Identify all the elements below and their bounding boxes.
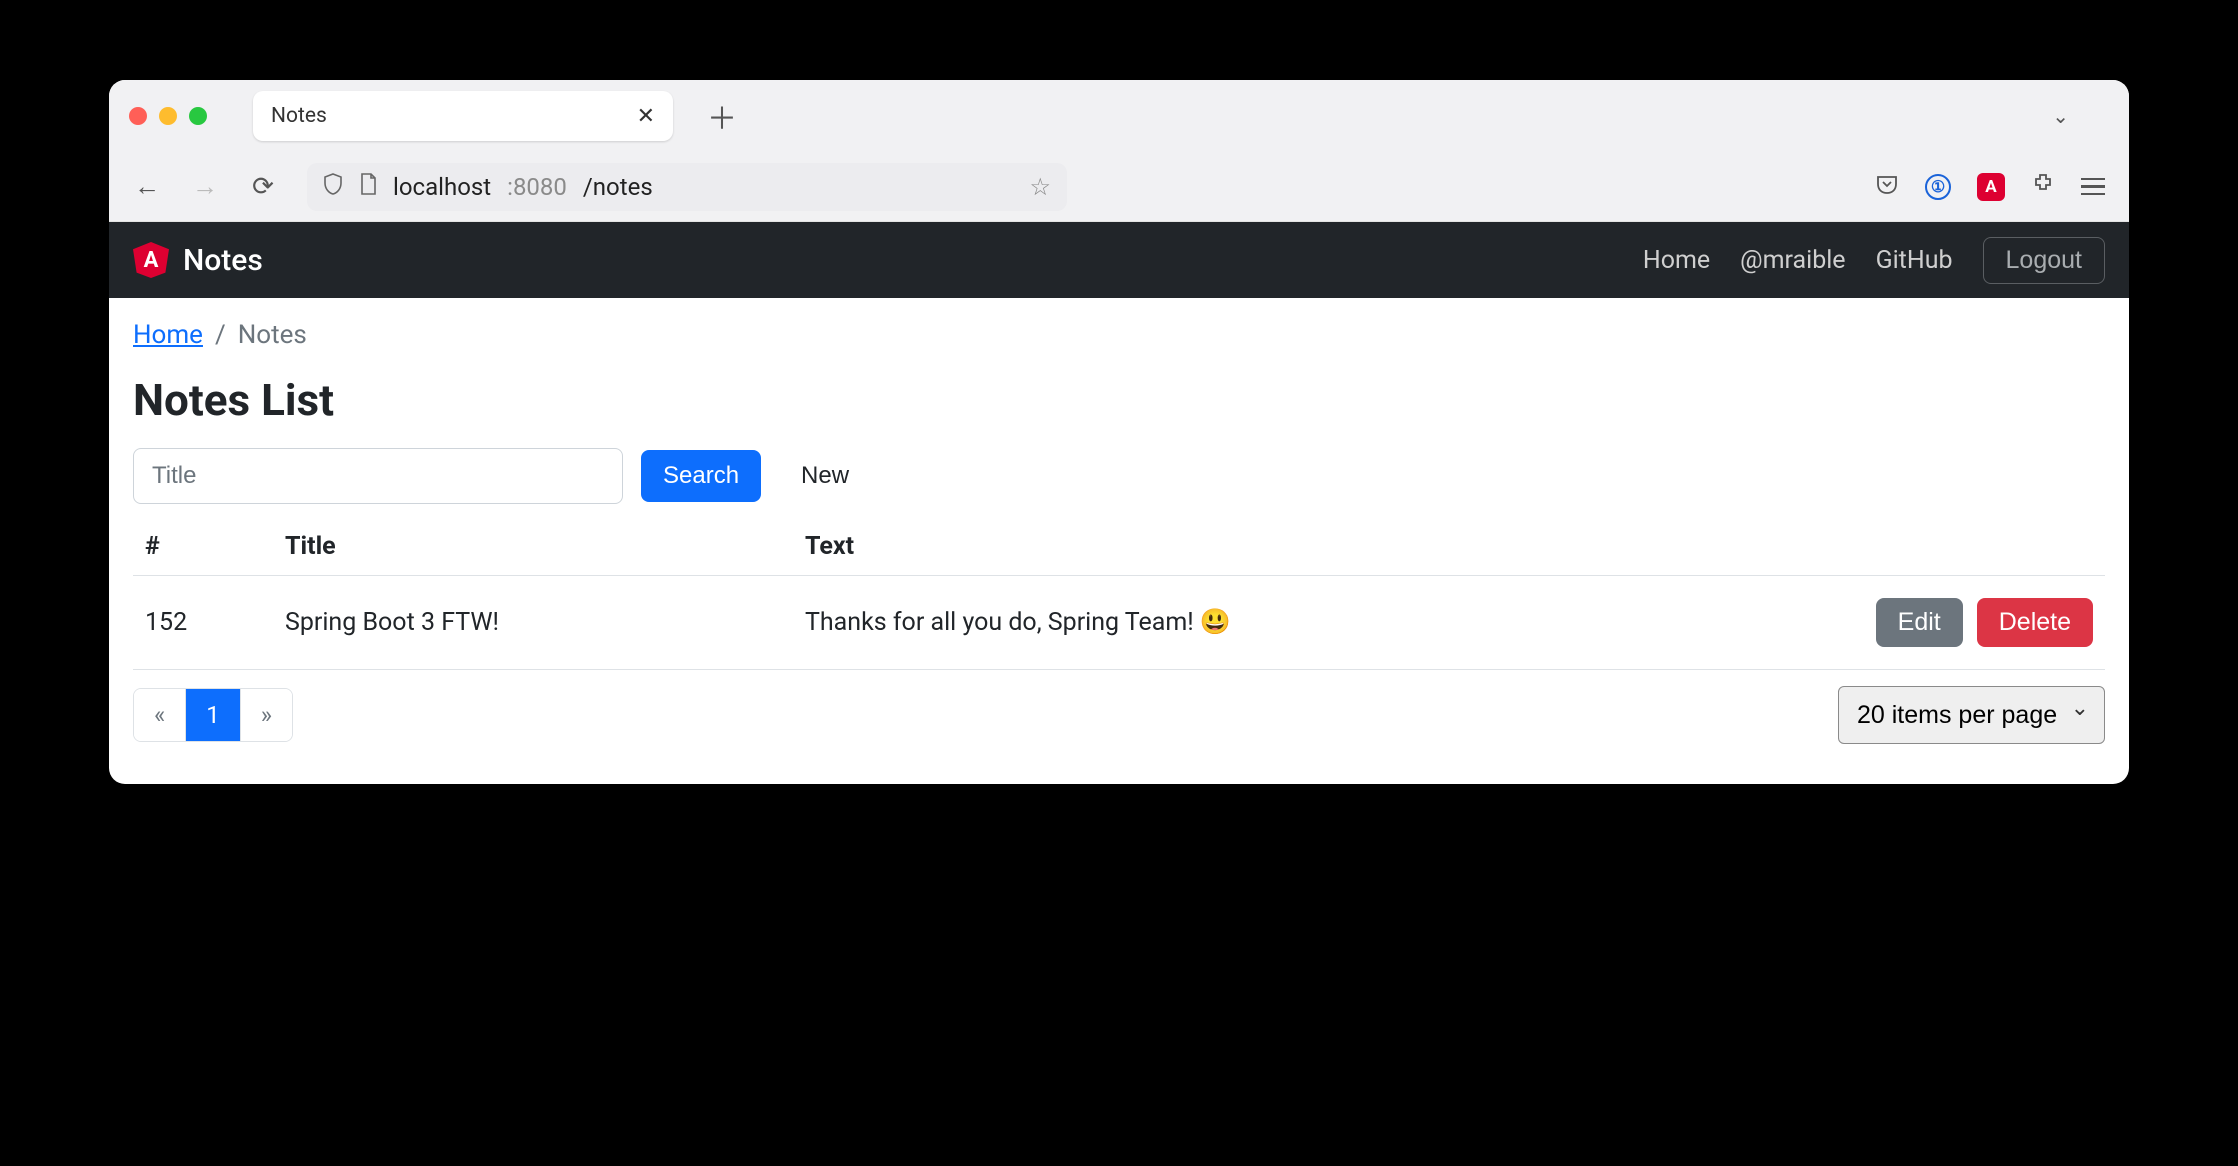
app-navbar: A Notes Home @mraible GitHub Logout [109, 222, 2129, 298]
new-tab-button[interactable]: ＋ [707, 94, 737, 138]
url-port: :8080 [507, 173, 567, 201]
row-actions: Edit Delete [1797, 598, 2093, 647]
breadcrumb-current: Notes [238, 320, 307, 350]
browser-toolbar: ← → ⟳ localhost :8080/notes ☆ ① A [109, 152, 2129, 222]
window-maximize-icon[interactable] [189, 107, 207, 125]
tabs-dropdown-icon[interactable]: ⌄ [2052, 104, 2069, 128]
breadcrumb-separator: / [215, 320, 226, 350]
edit-button[interactable]: Edit [1876, 598, 1963, 647]
close-icon[interactable]: ✕ [637, 104, 655, 129]
col-id[interactable]: # [133, 518, 273, 576]
page-body: Home / Notes Notes List Search New # Tit… [109, 298, 2129, 784]
title-search-input[interactable] [133, 448, 623, 504]
nav-link-home[interactable]: Home [1643, 246, 1710, 275]
brand-title: Notes [183, 243, 263, 278]
breadcrumb: Home / Notes [133, 320, 2105, 350]
window-controls [129, 107, 207, 125]
search-button[interactable]: Search [641, 450, 761, 502]
cell-id: 152 [133, 576, 273, 670]
url-path: /notes [583, 173, 653, 201]
extensions-icon[interactable] [2031, 172, 2055, 202]
delete-button[interactable]: Delete [1977, 598, 2093, 647]
page-next[interactable]: » [241, 689, 292, 741]
forward-button[interactable]: → [191, 171, 219, 202]
cell-title: Spring Boot 3 FTW! [273, 576, 793, 670]
back-button[interactable]: ← [133, 171, 161, 202]
table-footer: « 1 » 20 items per page [133, 686, 2105, 744]
notes-table: # Title Text 152 Spring Boot 3 FTW! Than… [133, 518, 2105, 670]
logout-button[interactable]: Logout [1983, 237, 2105, 284]
menu-icon[interactable] [2081, 178, 2105, 196]
url-host: localhost [393, 173, 491, 201]
page-icon [359, 173, 377, 201]
window-close-icon[interactable] [129, 107, 147, 125]
pocket-icon[interactable] [1875, 172, 1899, 202]
table-row: 152 Spring Boot 3 FTW! Thanks for all yo… [133, 576, 2105, 670]
cell-text: Thanks for all you do, Spring Team! 😃 [793, 576, 1785, 670]
nav-link-github[interactable]: GitHub [1876, 246, 1953, 275]
page-title: Notes List [133, 374, 2105, 426]
breadcrumb-home[interactable]: Home [133, 320, 203, 350]
window-minimize-icon[interactable] [159, 107, 177, 125]
search-row: Search New [133, 448, 2105, 504]
nav-link-user[interactable]: @mraible [1740, 246, 1845, 275]
new-link[interactable]: New [779, 450, 871, 502]
bookmark-icon[interactable]: ☆ [1029, 173, 1051, 201]
tab-title: Notes [271, 104, 327, 128]
browser-tab-strip: Notes ✕ ＋ ⌄ [109, 80, 2129, 152]
nav-links: Home @mraible GitHub Logout [1643, 237, 2105, 284]
browser-tab[interactable]: Notes ✕ [253, 91, 673, 141]
col-actions [1785, 518, 2105, 576]
onepassword-icon[interactable]: ① [1925, 174, 1951, 200]
page-number[interactable]: 1 [186, 689, 241, 741]
toolbar-right: ① A [1875, 172, 2105, 202]
reload-button[interactable]: ⟳ [249, 172, 277, 202]
angular-extension-icon[interactable]: A [1977, 173, 2005, 201]
browser-window: Notes ✕ ＋ ⌄ ← → ⟳ localhost :8080/notes ☆ [109, 80, 2129, 784]
address-bar[interactable]: localhost :8080/notes ☆ [307, 163, 1067, 211]
pagination: « 1 » [133, 688, 293, 742]
angular-logo-icon: A [133, 242, 169, 278]
shield-icon[interactable] [323, 173, 343, 201]
col-title[interactable]: Title [273, 518, 793, 576]
page-prev[interactable]: « [134, 689, 186, 741]
page-size-select[interactable]: 20 items per page [1838, 686, 2105, 744]
brand[interactable]: A Notes [133, 242, 263, 278]
col-text[interactable]: Text [793, 518, 1785, 576]
